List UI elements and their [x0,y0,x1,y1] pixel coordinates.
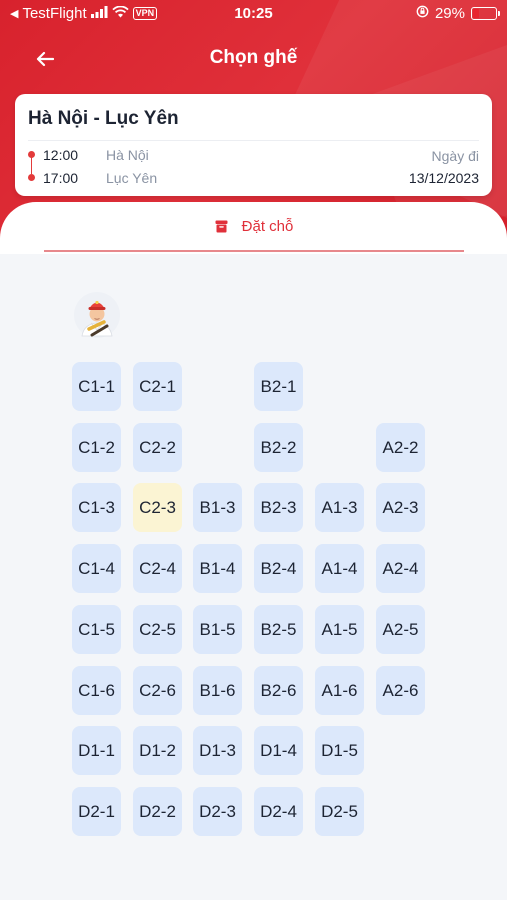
date-label: Ngày đi [431,148,479,164]
arrival-stop: Lục Yên [106,170,158,186]
seat-c1-1[interactable]: C1-1 [72,362,121,411]
card-divider [28,140,479,141]
driver-icon [74,292,120,338]
seat-d2-2[interactable]: D2-2 [133,787,182,836]
tab-booking-label: Đặt chỗ [241,217,294,235]
seat-c2-2[interactable]: C2-2 [133,423,182,472]
seat-b2-4[interactable]: B2-4 [254,544,303,593]
seat-a2-5[interactable]: A2-5 [376,605,425,654]
seat-b1-4[interactable]: B1-4 [193,544,242,593]
departure-time: 12:00 [43,147,79,163]
seat-a1-3[interactable]: A1-3 [315,483,364,532]
seat-b1-3[interactable]: B1-3 [193,483,242,532]
seat-d2-3[interactable]: D2-3 [193,787,242,836]
tab-booking[interactable]: Đặt chỗ [44,202,464,252]
arrival-dot-icon [28,174,35,181]
seat-b2-6[interactable]: B2-6 [254,666,303,715]
battery-fill [473,9,479,18]
seat-d1-2[interactable]: D1-2 [133,726,182,775]
trip-info-card: Hà Nội - Lục Yên 12:00 Hà Nội 17:00 Lục … [15,94,492,196]
timeline-line [31,156,32,174]
seat-a2-6[interactable]: A2-6 [376,666,425,715]
seat-c2-3[interactable]: C2-3 [133,483,182,532]
seat-c1-3[interactable]: C1-3 [72,483,121,532]
seat-d1-4[interactable]: D1-4 [254,726,303,775]
arrival-time: 17:00 [43,170,79,186]
seat-b1-6[interactable]: B1-6 [193,666,242,715]
seat-a1-4[interactable]: A1-4 [315,544,364,593]
seat-d1-1[interactable]: D1-1 [72,726,121,775]
seat-c1-6[interactable]: C1-6 [72,666,121,715]
seat-b2-2[interactable]: B2-2 [254,423,303,472]
seat-c2-5[interactable]: C2-5 [133,605,182,654]
seat-c1-5[interactable]: C1-5 [72,605,121,654]
ticket-box-icon [215,220,228,232]
seat-d1-3[interactable]: D1-3 [193,726,242,775]
seat-b1-5[interactable]: B1-5 [193,605,242,654]
trip-date: 13/12/2023 [408,170,479,186]
seat-b2-3[interactable]: B2-3 [254,483,303,532]
seat-c1-2[interactable]: C1-2 [72,423,121,472]
back-button[interactable] [28,42,62,76]
status-bar: ◀ TestFlight VPN 10:25 29% [0,0,507,28]
seat-a2-2[interactable]: A2-2 [376,423,425,472]
seat-a1-5[interactable]: A1-5 [315,605,364,654]
orientation-lock-icon [416,5,429,22]
seat-b2-5[interactable]: B2-5 [254,605,303,654]
route-title: Hà Nội - Lục Yên [28,108,179,129]
battery-percent: 29% [434,5,465,22]
seat-a2-3[interactable]: A2-3 [376,483,425,532]
battery-icon [471,7,500,20]
page-title: Chọn ghế [209,47,298,68]
departure-stop: Hà Nội [106,147,149,163]
seat-c2-4[interactable]: C2-4 [133,544,182,593]
seat-b2-1[interactable]: B2-1 [254,362,303,411]
arrow-left-icon [36,51,54,67]
seat-c2-1[interactable]: C2-1 [133,362,182,411]
seat-d2-4[interactable]: D2-4 [254,787,303,836]
tab-bar: Đặt chỗ [0,202,507,254]
seat-d1-5[interactable]: D1-5 [315,726,364,775]
seat-d2-1[interactable]: D2-1 [72,787,121,836]
seat-a1-6[interactable]: A1-6 [315,666,364,715]
seat-c2-6[interactable]: C2-6 [133,666,182,715]
seat-d2-5[interactable]: D2-5 [315,787,364,836]
status-right: 29% [416,5,500,22]
seat-c1-4[interactable]: C1-4 [72,544,121,593]
seat-a2-4[interactable]: A2-4 [376,544,425,593]
nav-bar: Chọn ghế [0,38,507,80]
